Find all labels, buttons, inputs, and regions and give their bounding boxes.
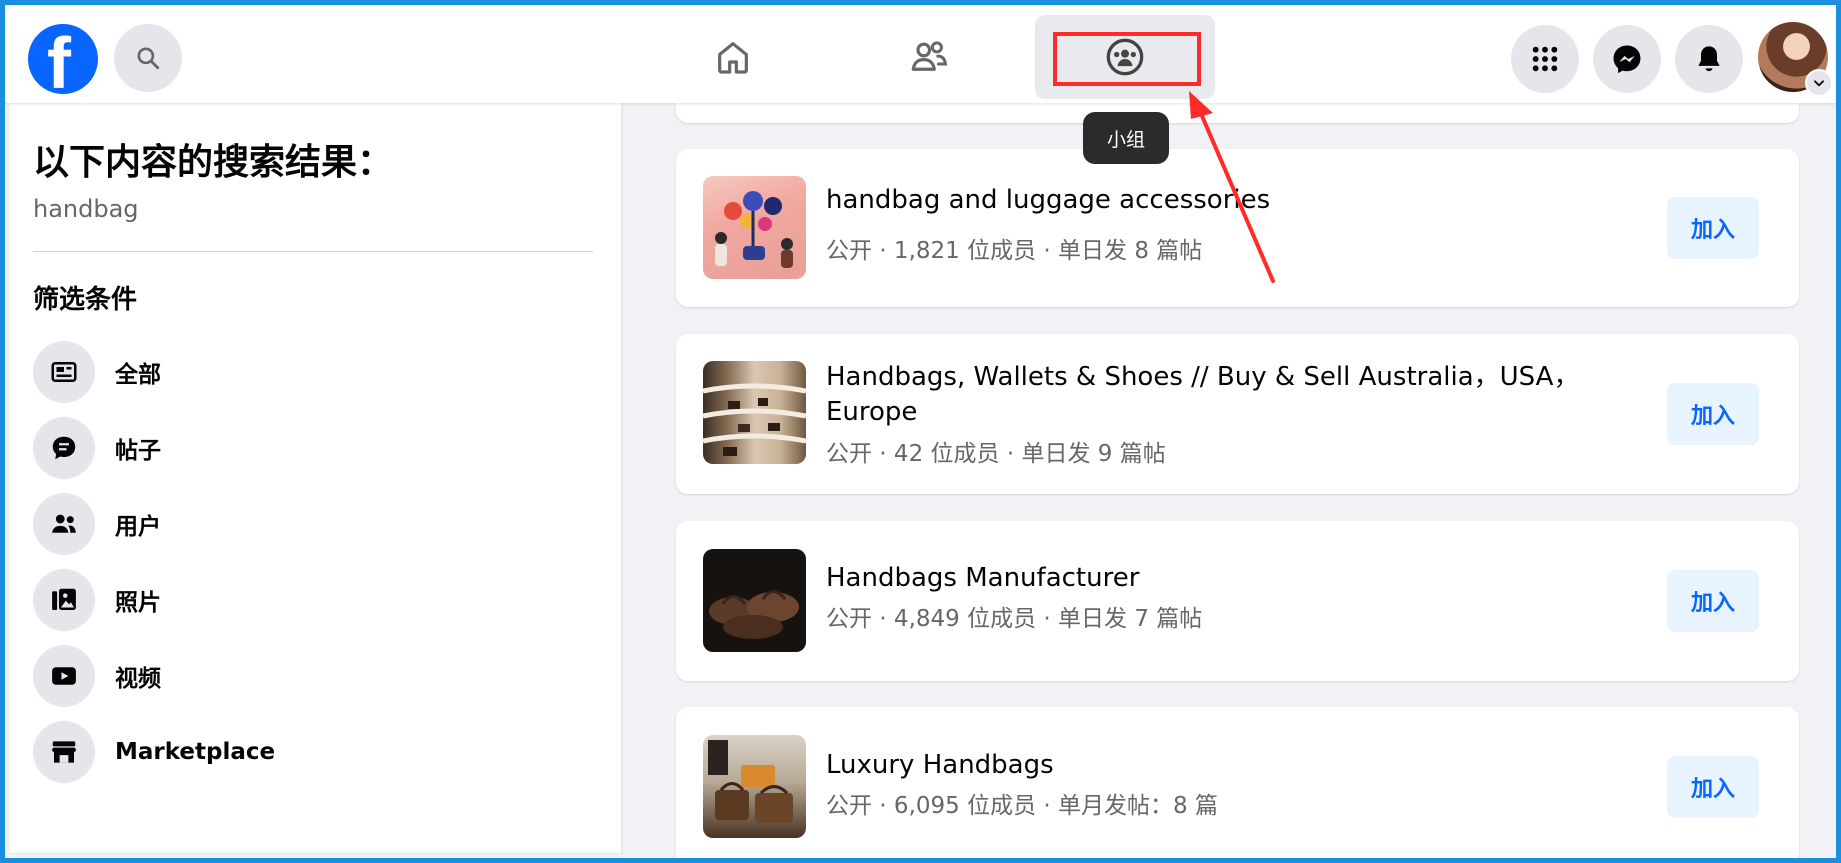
group-result-card[interactable]: Handbags, Wallets & Shoes // Buy & Sell … bbox=[676, 334, 1799, 494]
filter-label: 照片 bbox=[115, 590, 161, 616]
join-button[interactable]: 加入 bbox=[1667, 197, 1759, 259]
group-name[interactable]: Handbags Manufacturer bbox=[826, 561, 1626, 596]
video-icon-wrap bbox=[33, 645, 95, 707]
facebook-logo-letter: f bbox=[47, 24, 71, 94]
filter-item-photos[interactable]: 照片 bbox=[33, 567, 593, 633]
group-result-card[interactable]: Handbags Manufacturer 公开 · 4,849 位成员 · 单… bbox=[676, 521, 1799, 681]
filter-label: 全部 bbox=[115, 362, 161, 388]
filter-label: 视频 bbox=[115, 666, 161, 692]
group-thumbnail bbox=[703, 176, 806, 279]
messenger-icon bbox=[1613, 45, 1641, 74]
notifications-button[interactable] bbox=[1675, 25, 1743, 93]
filter-label: 用户 bbox=[115, 514, 161, 540]
menu-grid-icon bbox=[1532, 46, 1558, 72]
video-icon bbox=[52, 667, 76, 685]
group-meta: 公开 · 1,821 位成员 · 单日发 8 篇帖 bbox=[826, 238, 1203, 264]
tab-friends[interactable] bbox=[839, 15, 1019, 99]
page-title: 以下内容的搜索结果： bbox=[33, 142, 394, 183]
filter-label: Marketplace bbox=[115, 739, 276, 765]
filter-item-people[interactable]: 用户 bbox=[33, 491, 593, 557]
store-icon-wrap bbox=[33, 721, 95, 783]
group-result-card[interactable]: handbag and luggage accessories 公开 · 1,8… bbox=[676, 149, 1799, 307]
annotation-highlight-box bbox=[1053, 32, 1201, 86]
group-illustration-icon bbox=[715, 191, 793, 268]
top-navigation-bar: f bbox=[5, 5, 1836, 103]
home-icon bbox=[718, 42, 748, 74]
group-name[interactable]: Handbags, Wallets & Shoes // Buy & Sell … bbox=[826, 360, 1626, 430]
messenger-button[interactable] bbox=[1593, 25, 1661, 93]
group-meta: 公开 · 4,849 位成员 · 单日发 7 篇帖 bbox=[826, 606, 1203, 632]
screenshot-frame: f 小组 以下内容的搜索结果： handbag 筛选条件 全部 帖子 用户 照片… bbox=[0, 0, 1841, 863]
chevron-down-icon bbox=[1814, 80, 1824, 87]
people-icon bbox=[52, 514, 76, 533]
group-name[interactable]: handbag and luggage accessories bbox=[826, 183, 1626, 218]
feed-icon-wrap bbox=[33, 341, 95, 403]
friends-icon bbox=[911, 41, 948, 71]
tab-home[interactable] bbox=[643, 15, 823, 99]
group-meta: 公开 · 42 位成员 · 单日发 9 篇帖 bbox=[826, 441, 1166, 467]
groups-tooltip: 小组 bbox=[1083, 112, 1169, 164]
filter-item-videos[interactable]: 视频 bbox=[33, 643, 593, 709]
group-thumbnail bbox=[703, 549, 806, 652]
shoe-shelf-icon bbox=[703, 383, 806, 456]
photo-icon-wrap bbox=[33, 569, 95, 631]
store-icon bbox=[52, 741, 76, 763]
group-meta: 公开 · 6,095 位成员 · 单月发帖：8 篇 bbox=[826, 793, 1218, 819]
group-thumbnail bbox=[703, 735, 806, 838]
group-thumbnail bbox=[703, 361, 806, 464]
account-menu-button[interactable] bbox=[1805, 69, 1833, 97]
search-filters-sidebar: 以下内容的搜索结果： handbag 筛选条件 全部 帖子 用户 照片 视频 M… bbox=[10, 103, 621, 853]
facebook-logo[interactable]: f bbox=[28, 24, 98, 94]
feed-icon bbox=[51, 362, 77, 382]
leather-bags-icon bbox=[709, 590, 799, 639]
post-icon-wrap bbox=[33, 417, 95, 479]
menu-button[interactable] bbox=[1511, 25, 1579, 93]
filter-item-posts[interactable]: 帖子 bbox=[33, 415, 593, 481]
search-icon bbox=[137, 47, 160, 70]
join-button[interactable]: 加入 bbox=[1667, 570, 1759, 632]
filter-item-all[interactable]: 全部 bbox=[33, 339, 593, 405]
join-button[interactable]: 加入 bbox=[1667, 756, 1759, 818]
filter-item-marketplace[interactable]: Marketplace bbox=[33, 719, 593, 785]
group-result-card[interactable]: Luxury Handbags 公开 · 6,095 位成员 · 单月发帖：8 … bbox=[676, 707, 1799, 858]
search-query: handbag bbox=[33, 195, 139, 223]
post-icon bbox=[52, 436, 76, 460]
bell-icon bbox=[1698, 46, 1720, 72]
join-button[interactable]: 加入 bbox=[1667, 383, 1759, 445]
luxury-bags-icon bbox=[708, 740, 793, 823]
search-button[interactable] bbox=[114, 24, 182, 92]
divider bbox=[33, 251, 593, 252]
filter-label: 帖子 bbox=[115, 438, 161, 464]
group-name[interactable]: Luxury Handbags bbox=[826, 748, 1626, 783]
photo-icon bbox=[52, 588, 76, 610]
people-icon-wrap bbox=[33, 493, 95, 555]
filters-heading: 筛选条件 bbox=[33, 285, 138, 315]
